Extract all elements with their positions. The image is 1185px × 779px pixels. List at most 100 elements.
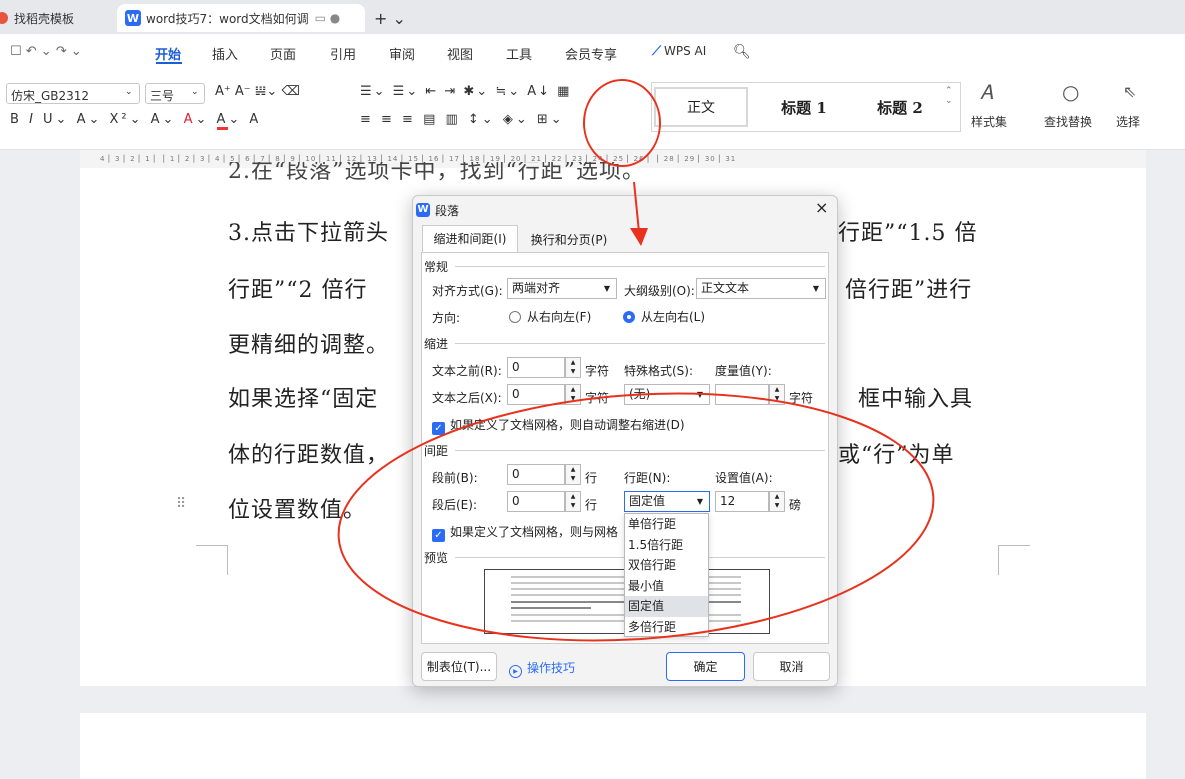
space-unit[interactable]: 行 [585, 496, 597, 513]
doc-line: 位设置数值。 [228, 498, 367, 523]
option-multiple[interactable]: 多倍行距 [625, 617, 708, 638]
menu-page[interactable]: 页面 [270, 44, 296, 63]
document-page-next[interactable] [80, 713, 1146, 779]
wps-ai-icon: ⟋ [652, 44, 662, 59]
doc-line: 行距”“2 倍行 [228, 278, 368, 303]
chevron-down-icon: ⌄ [125, 87, 133, 97]
spinner-icon[interactable]: ▲ ▼ [769, 384, 785, 405]
checkbox-checked-icon: ✓ [432, 529, 445, 542]
special-format-select[interactable]: (无) ▼ [624, 384, 710, 405]
font-size-value: 三号 [150, 89, 175, 103]
find-replace-button[interactable]: 查找替换 [1044, 113, 1092, 130]
app-icon [0, 12, 8, 24]
drag-handle-icon[interactable]: ⠿ [176, 496, 186, 512]
grid-align-checkbox[interactable]: ✓ 如果定义了文档网格，则与网格 [432, 523, 618, 542]
tab-document[interactable]: Wword技巧7：word文档如何调 ▭ ● [117, 4, 365, 32]
line-spacing-select[interactable]: 固定值 ▼ [624, 491, 710, 512]
tab-indent-spacing[interactable]: 缩进和间距(I) [422, 225, 518, 253]
style-scroll-icon[interactable]: ⌃ ⌄ [945, 86, 953, 106]
doc-line-right: 框中输入具 [858, 387, 974, 412]
align-select[interactable]: 两端对齐 ▼ [507, 278, 617, 299]
tab-window-icon[interactable]: ▭ ● [315, 11, 341, 25]
indent-before-value: 0 [512, 360, 520, 374]
menu-vip[interactable]: 会员专享 [565, 44, 617, 63]
menu-insert[interactable]: 插入 [212, 44, 238, 63]
chevron-down-icon: ▼ [603, 284, 610, 293]
space-after-input[interactable]: 0 [507, 491, 565, 512]
indent-unit[interactable]: 字符 [585, 362, 609, 379]
menu-tools[interactable]: 工具 [506, 44, 532, 63]
tab-line-page-breaks[interactable]: 换行和分页(P) [518, 227, 620, 253]
doc-line: 如果选择“固定 [228, 387, 379, 412]
checkbox-label: 如果定义了文档网格，则自动调整右缩进(D) [450, 418, 685, 432]
set-value-input[interactable]: 12 [715, 491, 769, 512]
set-value-label: 设置值(A): [715, 471, 773, 485]
menu-home[interactable]: 开始 [155, 44, 181, 63]
auto-adjust-checkbox[interactable]: ✓ 如果定义了文档网格，则自动调整右缩进(D) [432, 416, 685, 435]
space-unit[interactable]: 行 [585, 469, 597, 486]
checkbox-label: 如果定义了文档网格，则与网格 [450, 525, 619, 539]
radio-ltr[interactable]: 从左向右(L) [623, 308, 705, 325]
spinner-icon[interactable]: ▲ ▼ [565, 464, 581, 485]
font-format-icons[interactable]: B I U⌄ A⌄ X²⌄ A⌄ A⌄ A⌄ A [10, 112, 261, 130]
option-double[interactable]: 双倍行距 [625, 555, 708, 576]
space-before-input[interactable]: 0 [507, 464, 565, 485]
new-tab-button[interactable]: + ⌄ [374, 4, 406, 32]
cancel-button[interactable]: 取消 [753, 652, 830, 681]
margin-corner-mark [196, 545, 228, 575]
style-normal[interactable]: 正文 [654, 87, 748, 127]
tab-stops-button[interactable]: 制表位(T)... [421, 652, 497, 681]
style-heading-2[interactable]: 标题 2 [852, 87, 948, 127]
indent-after-input[interactable]: 0 [507, 384, 565, 405]
tab-label: 找稻壳模板 [14, 11, 75, 26]
font-grow-shrink-icons[interactable]: A⁺ A⁻ 𝍏⌄ ⌫ [215, 84, 300, 99]
ok-button[interactable]: 确定 [666, 652, 745, 681]
measure-input[interactable] [715, 384, 769, 405]
font-name-select[interactable]: 仿宋_GB2312 ⌄ [6, 83, 140, 104]
option-fixed[interactable]: 固定值 [625, 596, 708, 617]
menu-reference[interactable]: 引用 [330, 44, 356, 63]
style-heading-1[interactable]: 标题 1 [756, 87, 852, 127]
list-icons[interactable]: ☰⌄ ☰⌄ ⇤ ⇥ ✱⌄ ≒⌄ A↓ ▦ [360, 84, 571, 99]
style-set-button[interactable]: 样式集 [971, 113, 1007, 130]
align-icons[interactable]: ≡ ≡ ≡ ▤ ▥ ↕⌄ ◈⌄ ⊞⌄ [360, 112, 565, 127]
close-icon[interactable]: × [815, 198, 828, 217]
space-after-label: 段后(E): [432, 498, 477, 512]
spinner-icon[interactable]: ▲ ▼ [769, 491, 785, 512]
space-before-value: 0 [512, 467, 520, 481]
outline-select[interactable]: 正文文本 ▼ [696, 278, 826, 299]
outline-label: 大纲级别(O): [624, 284, 695, 298]
tips-link[interactable]: ▶ 操作技巧 [509, 659, 575, 678]
chevron-down-icon: ▼ [812, 284, 819, 293]
select-cursor-icon: ⇖ [1123, 82, 1137, 101]
play-icon: ▶ [509, 665, 522, 678]
style-set-icon: 𝐴 [980, 80, 994, 104]
search-icon[interactable]: 🔍︎ [733, 44, 751, 60]
select-button[interactable]: 选择 [1116, 113, 1140, 130]
set-value-unit[interactable]: 磅 [789, 496, 801, 513]
measure-label: 度量值(Y): [715, 364, 772, 378]
align-label: 对齐方式(G): [432, 284, 503, 298]
option-1-5[interactable]: 1.5倍行距 [625, 535, 708, 556]
indent-before-input[interactable]: 0 [507, 357, 565, 378]
menu-review[interactable]: 审阅 [389, 44, 415, 63]
measure-unit[interactable]: 字符 [789, 389, 813, 406]
indent-unit[interactable]: 字符 [585, 389, 609, 406]
section-indent: 缩进 [424, 337, 449, 351]
doc-line-right: 或“行”为单 [838, 443, 955, 468]
menu-view[interactable]: 视图 [447, 44, 473, 63]
menu-wps-ai[interactable]: WPS AI [664, 44, 706, 58]
radio-rtl[interactable]: 从右向左(F) [509, 308, 591, 325]
option-single[interactable]: 单倍行距 [625, 514, 708, 535]
doc-line: 2.在“段落”选项卡中，找到“行距”选项。 [228, 162, 645, 182]
indent-after-label: 文本之后(X): [432, 391, 502, 405]
chevron-down-icon: ▼ [696, 497, 703, 506]
font-size-select[interactable]: 三号 ⌄ [145, 83, 205, 104]
spinner-icon[interactable]: ▲ ▼ [565, 491, 581, 512]
section-spacing: 间距 [424, 444, 449, 458]
tab-template[interactable]: 找稻壳模板 [0, 4, 110, 32]
quick-access-icons[interactable]: ☐ ↶ ⌄ ↷ ⌄ [10, 44, 82, 59]
spinner-icon[interactable]: ▲ ▼ [565, 357, 581, 378]
option-minimum[interactable]: 最小值 [625, 576, 708, 597]
spinner-icon[interactable]: ▲ ▼ [565, 384, 581, 405]
